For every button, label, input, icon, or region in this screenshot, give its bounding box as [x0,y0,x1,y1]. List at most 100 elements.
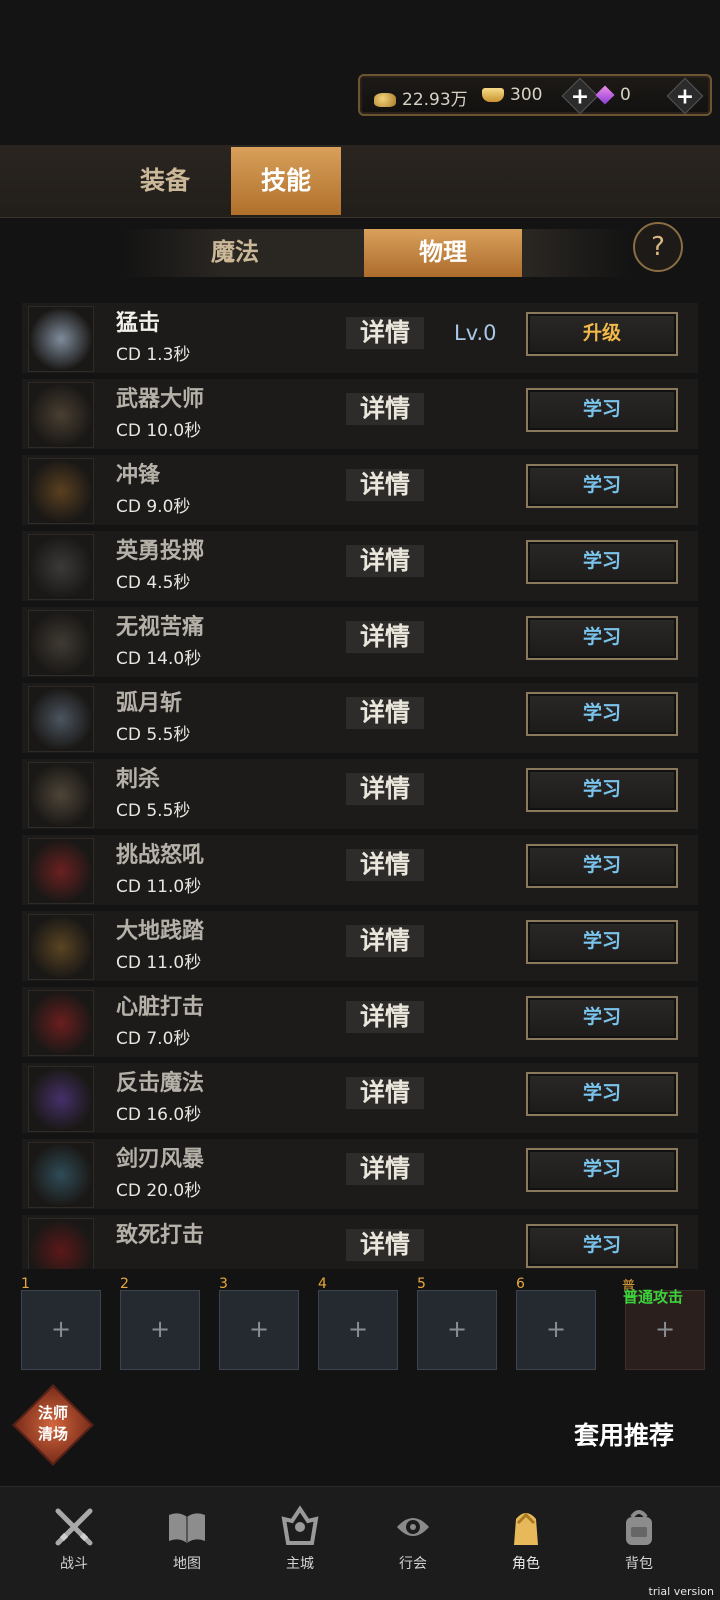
skill-detail-button[interactable]: 详情 [346,621,424,653]
skill-icon[interactable] [28,1218,94,1269]
skill-slot[interactable]: + [417,1290,497,1370]
plus-icon: + [248,1315,270,1343]
learn-button[interactable]: 学习 [526,996,678,1040]
nav-label: 主城 [286,1556,314,1572]
skill-icon[interactable] [28,1066,94,1132]
skill-icon[interactable] [28,762,94,828]
crossed-swords-icon [52,1505,96,1549]
skill-icon[interactable] [28,838,94,904]
skill-icon[interactable] [28,914,94,980]
nav-item-guild-emblem[interactable]: 行会 [355,1487,471,1587]
top-bar: 22.93万 300 + 0 + [0,0,720,145]
nav-label: 地图 [173,1556,201,1572]
skill-row: 英勇投掷 CD 4.5秒 详情 学习 [22,531,698,601]
plus-icon: + [570,84,590,110]
skill-row: 反击魔法 CD 16.0秒 详情 学习 [22,1063,698,1133]
skill-slot[interactable]: + [516,1290,596,1370]
skill-detail-button[interactable]: 详情 [346,1153,424,1185]
skill-detail-button[interactable]: 详情 [346,545,424,577]
skill-cooldown: CD 7.0秒 [116,1029,191,1049]
skill-detail-button[interactable]: 详情 [346,697,424,729]
nav-item-book-map[interactable]: 地图 [129,1487,245,1587]
skill-icon[interactable] [28,534,94,600]
add-gem-button[interactable]: + [666,77,704,115]
skill-row: 猛击 CD 1.3秒 详情 Lv.0 升级 [22,303,698,373]
skill-detail-button[interactable]: 详情 [346,925,424,957]
apply-recommended-button[interactable]: 套用推荐 [574,1416,674,1452]
learn-button[interactable]: 学习 [526,388,678,432]
skill-cooldown: CD 4.5秒 [116,573,191,593]
skill-detail-button[interactable]: 详情 [346,393,424,425]
skill-slot[interactable]: + [318,1290,398,1370]
gold-coins-icon [374,93,396,107]
skill-icon[interactable] [28,306,94,372]
nav-item-character[interactable]: 角色 [468,1487,584,1587]
learn-button[interactable]: 学习 [526,844,678,888]
skill-cooldown: CD 16.0秒 [116,1105,202,1125]
mage-clear-label: 法师 清场 [37,1404,68,1443]
skill-row: 大地践踏 CD 11.0秒 详情 学习 [22,911,698,981]
tab-magic[interactable]: 魔法 [156,229,314,277]
skill-slot[interactable]: + [21,1290,101,1370]
skill-icon[interactable] [28,1142,94,1208]
backpack-icon [617,1505,661,1549]
gem-display: 0 [595,85,631,105]
plus-icon: + [50,1315,72,1343]
learn-button[interactable]: 学习 [526,1148,678,1192]
learn-button[interactable]: 学习 [526,1072,678,1116]
tab-physical[interactable]: 物理 [364,229,522,277]
skill-name: 挑战怒吼 [116,843,205,868]
skill-slot[interactable]: + [120,1290,200,1370]
skill-icon[interactable] [28,686,94,752]
skill-cooldown: CD 1.3秒 [116,345,191,365]
nav-label: 战斗 [60,1556,88,1572]
skill-name: 心脏打击 [116,995,205,1020]
skill-detail-button[interactable]: 详情 [346,1229,424,1261]
learn-button[interactable]: 学习 [526,920,678,964]
skill-list[interactable]: 猛击 CD 1.3秒 详情 Lv.0 升级 武器大师 CD 10.0秒 详情 学习 冲锋 CD 9.… [22,303,698,1269]
skill-detail-button[interactable]: 详情 [346,317,424,349]
skill-row: 无视苦痛 CD 14.0秒 详情 学习 [22,607,698,677]
learn-button[interactable]: 学习 [526,464,678,508]
plus-icon: + [446,1315,468,1343]
skill-slot[interactable]: + [219,1290,299,1370]
skill-row: 武器大师 CD 10.0秒 详情 学习 [22,379,698,449]
skill-icon[interactable] [28,610,94,676]
skill-name: 冲锋 [116,463,161,488]
skill-icon[interactable] [28,458,94,524]
nav-item-backpack[interactable]: 背包 [581,1487,697,1587]
nav-label: 背包 [625,1556,653,1572]
skill-detail-button[interactable]: 详情 [346,1001,424,1033]
learn-button[interactable]: 学习 [526,540,678,584]
skill-cooldown: CD 5.5秒 [116,725,191,745]
diamond-icon [595,85,615,105]
skill-icon[interactable] [28,990,94,1056]
learn-button[interactable]: 学习 [526,616,678,660]
skill-detail-button[interactable]: 详情 [346,469,424,501]
skill-cooldown: CD 20.0秒 [116,1181,202,1201]
basic-attack-label: 普通攻击 [623,1288,684,1306]
ingot-amount: 300 [510,85,543,105]
skill-detail-button[interactable]: 详情 [346,849,424,881]
tab-skills[interactable]: 技能 [231,147,341,215]
learn-button[interactable]: 学习 [526,692,678,736]
help-button[interactable]: ? [633,222,683,272]
nav-label: 行会 [399,1556,427,1572]
skill-name: 弧月斩 [116,691,183,716]
skill-row: 挑战怒吼 CD 11.0秒 详情 学习 [22,835,698,905]
learn-button[interactable]: 学习 [526,768,678,812]
gold-ingot-icon [482,88,504,102]
skill-name: 剑刃风暴 [116,1147,205,1172]
nav-item-crossed-swords[interactable]: 战斗 [16,1487,132,1587]
upgrade-button[interactable]: 升级 [526,312,678,356]
skill-name: 猛击 [116,311,161,336]
tab-equipment[interactable]: 装备 [110,147,220,215]
skill-name: 致死打击 [116,1223,205,1248]
nav-item-castle[interactable]: 主城 [242,1487,358,1587]
gold-amount: 22.93万 [402,90,468,110]
skill-detail-button[interactable]: 详情 [346,773,424,805]
learn-button[interactable]: 学习 [526,1224,678,1268]
skill-detail-button[interactable]: 详情 [346,1077,424,1109]
skill-icon[interactable] [28,382,94,448]
add-ingot-button[interactable]: + [561,77,599,115]
